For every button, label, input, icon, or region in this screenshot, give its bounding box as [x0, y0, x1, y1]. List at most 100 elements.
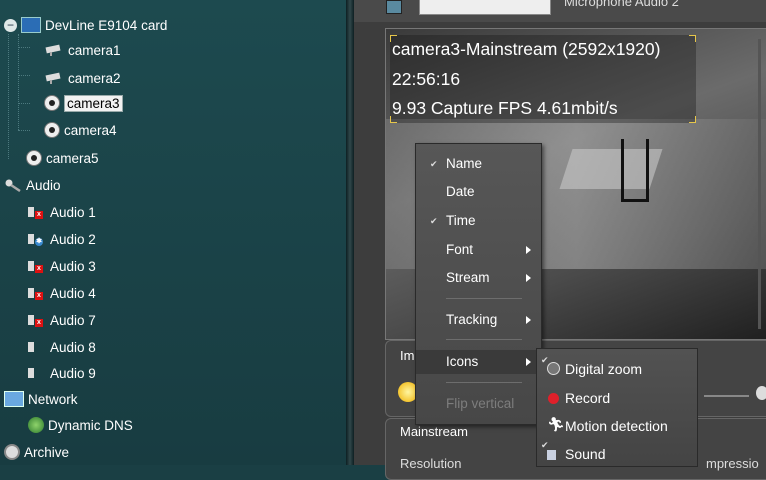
tree-guide	[18, 34, 19, 130]
tree-node-label: camera4	[64, 122, 117, 138]
tree-node-label: Archive	[24, 444, 70, 460]
tree-node-label: Audio 4	[50, 285, 96, 301]
submenu-item-motion-detection[interactable]: 🏃︎ Motion detection	[537, 412, 697, 440]
submenu-item-label: Digital zoom	[565, 361, 643, 377]
speaker-icon	[28, 340, 46, 354]
compression-label: mpressio	[706, 456, 759, 471]
microphone-icon	[5, 179, 21, 192]
osd-overlay[interactable]: camera3-Mainstream (2592x1920) 22:56:16 …	[390, 35, 696, 123]
tree-node-camera4[interactable]: camera4	[44, 118, 117, 142]
menu-item-label: Name	[446, 156, 483, 171]
speaker-disabled-icon: x	[28, 205, 46, 219]
toolbar-field[interactable]	[419, 0, 551, 15]
speaker-icon	[547, 450, 556, 460]
menu-separator	[446, 382, 522, 383]
tree-node-audio-4[interactable]: x Audio 4	[28, 281, 96, 305]
device-tree: − DevLine E9104 card camera1 camera2 cam…	[0, 0, 346, 465]
tree-node-audio-9[interactable]: Audio 9	[28, 361, 96, 385]
speaker-icon	[28, 366, 46, 380]
tree-node-devline-card[interactable]: − DevLine E9104 card	[4, 13, 167, 37]
brightness-slider-track[interactable]	[704, 395, 749, 397]
osd-corner-marker	[689, 116, 696, 123]
resolution-label: Resolution	[400, 456, 462, 471]
submenu-arrow-icon	[526, 274, 531, 282]
record-icon	[548, 393, 559, 404]
menu-item-label: Icons	[446, 354, 479, 369]
film-reel-icon	[4, 444, 20, 460]
submenu-item-record[interactable]: Record	[537, 384, 697, 412]
tree-node-dynamic-dns[interactable]: Dynamic DNS	[28, 413, 133, 437]
menu-item-tracking[interactable]: Tracking	[416, 308, 541, 332]
checkmark-icon: ✔	[430, 159, 438, 169]
tree-guide	[8, 34, 9, 159]
submenu-item-label: Record	[565, 390, 611, 406]
osd-context-menu: ✔ Name Date ✔ Time Font Stream Tracking …	[415, 143, 542, 425]
osd-corner-marker	[390, 35, 397, 42]
tree-node-camera1[interactable]: camera1	[44, 38, 121, 62]
menu-item-date[interactable]: Date	[416, 180, 541, 204]
osd-title: camera3-Mainstream (2592x1920)	[392, 39, 661, 59]
brightness-slider-handle[interactable]	[756, 386, 766, 400]
checkmark-icon: ✔	[430, 216, 438, 226]
globe-icon	[28, 417, 44, 433]
tree-node-label: Audio 7	[50, 312, 96, 328]
tree-node-audio-3[interactable]: x Audio 3	[28, 254, 96, 278]
speaker-disabled-icon: x	[28, 259, 46, 273]
tree-node-audio-8[interactable]: Audio 8	[28, 335, 96, 359]
tree-node-label: camera5	[46, 150, 99, 166]
tree-node-camera3[interactable]: camera3	[44, 91, 123, 115]
menu-item-label: Flip vertical	[446, 396, 515, 411]
top-toolbar: Microphone Audio 2	[354, 0, 766, 22]
tree-node-camera2[interactable]: camera2	[44, 66, 121, 90]
tree-node-archive[interactable]: Archive	[4, 440, 69, 464]
menu-item-time[interactable]: ✔ Time	[416, 209, 541, 233]
tree-node-label: camera1	[68, 42, 121, 58]
security-camera-icon	[45, 44, 61, 56]
splitter[interactable]	[346, 0, 354, 465]
speaker-active-icon: ✱	[28, 232, 46, 246]
security-camera-icon	[45, 72, 61, 84]
menu-item-label: Font	[446, 242, 474, 257]
tree-node-camera5[interactable]: camera5	[26, 146, 99, 170]
tree-node-label: Audio 9	[50, 365, 96, 381]
tree-node-audio-1[interactable]: x Audio 1	[28, 200, 96, 224]
menu-item-flip-vertical: Flip vertical	[416, 392, 541, 416]
osd-time: 22:56:16	[392, 69, 461, 89]
tree-node-audio-7[interactable]: x Audio 7	[28, 308, 96, 332]
menu-item-label: Time	[446, 213, 476, 228]
menu-item-icons[interactable]: Icons	[416, 350, 541, 374]
menu-item-label: Tracking	[446, 312, 498, 327]
menu-separator	[446, 298, 522, 299]
osd-corner-marker	[689, 35, 696, 42]
tree-node-network[interactable]: Network	[4, 387, 78, 411]
tree-node-audio-2[interactable]: ✱ Audio 2	[28, 227, 96, 251]
submenu-item-sound[interactable]: ✔ Sound	[537, 440, 697, 468]
tree-node-label: Audio 3	[50, 258, 96, 274]
preview-scrollbar[interactable]	[758, 39, 761, 329]
menu-item-stream[interactable]: Stream	[416, 266, 541, 290]
menu-item-name[interactable]: ✔ Name	[416, 152, 541, 176]
menu-item-font[interactable]: Font	[416, 238, 541, 262]
webcam-icon	[44, 95, 60, 111]
tree-node-label: Audio	[26, 177, 61, 193]
tree-node-label: Network	[28, 391, 78, 407]
webcam-icon	[26, 150, 42, 166]
toolbar-text: Microphone Audio 2	[564, 0, 679, 9]
monitor-icon	[4, 391, 24, 407]
osd-stats: 9.93 Capture FPS 4.61mbit/s	[392, 98, 618, 118]
menu-item-label: Stream	[446, 270, 490, 285]
toolbar-button[interactable]	[386, 0, 402, 14]
menu-item-label: Date	[446, 184, 475, 199]
tree-guide	[18, 130, 30, 131]
image-group-label: Im	[400, 348, 415, 363]
tree-guide	[18, 103, 30, 104]
submenu-item-digital-zoom[interactable]: ✔ Digital zoom	[537, 355, 697, 383]
minus-icon[interactable]: −	[4, 18, 17, 32]
mainstream-group-label: Mainstream	[400, 424, 468, 439]
tree-node-audio[interactable]: Audio	[4, 173, 61, 197]
icons-submenu: ✔ Digital zoom Record 🏃︎ Motion detectio…	[536, 348, 698, 467]
webcam-icon	[44, 122, 60, 138]
osd-corner-marker	[390, 116, 397, 123]
tree-node-label: Audio 8	[50, 339, 96, 355]
submenu-arrow-icon	[526, 316, 531, 324]
